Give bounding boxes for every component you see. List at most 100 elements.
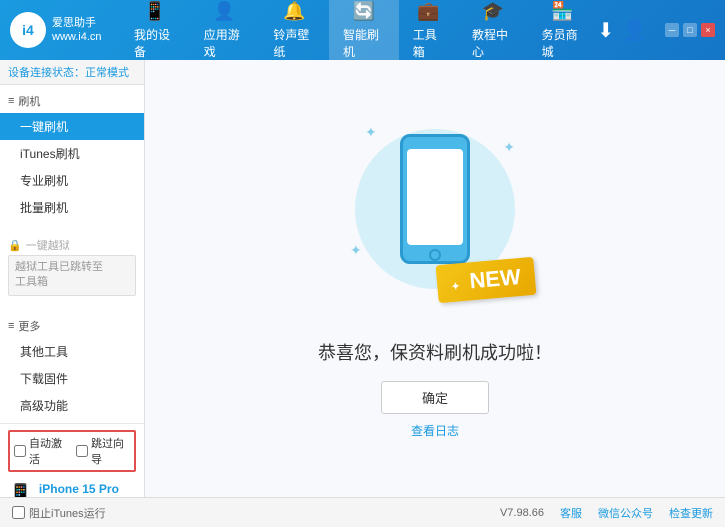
other-tools-label: 其他工具: [20, 345, 68, 359]
checkbox-row: 自动激活 跳过向导: [8, 430, 136, 472]
main-nav: 📱 我的设备 👤 应用游戏 🔔 铃声壁纸 🔄 智能刷机 💼 工具箱 🎓 教程中心…: [120, 0, 597, 66]
nav-item-toolbox[interactable]: 💼 工具箱: [399, 0, 458, 66]
version-label: V7.98.66: [500, 507, 544, 519]
nav-item-apps-games[interactable]: 👤 应用游戏: [190, 0, 260, 66]
phone-home-button: [429, 249, 441, 261]
my-device-icon: 📱: [144, 1, 166, 22]
tutorial-label: 教程中心: [472, 26, 514, 60]
sidebar: 设备连接状态：正常模式 ≡ 刷机 一键刷机 iTunes刷机 专业刷机 批量刷机: [0, 60, 145, 497]
new-badge: NEW: [436, 256, 537, 302]
success-message: 恭喜您，保资料刷机成功啦！: [318, 339, 552, 365]
sparkle-2: ✦: [503, 139, 515, 156]
flash-group-text: 刷机: [18, 93, 40, 109]
smart-flash-label: 智能刷机: [343, 26, 385, 60]
device-section: 自动激活 跳过向导 📱 iPhone 15 Pro Max 512GB iPho…: [0, 423, 144, 497]
more-group-text: 更多: [18, 318, 40, 334]
toolbox-label: 工具箱: [413, 26, 444, 60]
disabled-group-label: 🔒 一键越狱: [8, 237, 136, 253]
itunes-footer-checkbox[interactable]: [12, 506, 25, 519]
logo-name: 爱思助手: [52, 16, 102, 30]
auto-activate-label: 自动激活: [29, 435, 68, 467]
auto-activate-checkbox[interactable]: [14, 445, 26, 457]
batch-flash-label: 批量刷机: [20, 201, 68, 215]
status-value: 正常模式: [85, 67, 129, 79]
maximize-button[interactable]: □: [683, 23, 697, 37]
footer-left: 阻止iTunes运行: [12, 505, 106, 521]
skip-guide-label: 跳过向导: [91, 435, 130, 467]
device-details: iPhone 15 Pro Max 512GB iPhone: [39, 482, 136, 497]
logo-circle: i4: [10, 12, 46, 48]
footer-right: V7.98.66 客服 微信公众号 检查更新: [500, 505, 713, 521]
window-controls: － □ ×: [665, 23, 715, 37]
merchant-icon: 🏪: [551, 1, 573, 22]
minimize-button[interactable]: －: [665, 23, 679, 37]
advanced-label: 高级功能: [20, 399, 68, 413]
ringtones-label: 铃声壁纸: [273, 26, 315, 60]
more-group-icon: ≡: [8, 320, 14, 332]
lock-icon: 🔒: [8, 239, 22, 252]
phone-img: [400, 134, 470, 264]
logo-text: 爱思助手 www.i4.cn: [52, 16, 102, 45]
ringtones-icon: 🔔: [283, 1, 305, 22]
sidebar-item-itunes-flash[interactable]: iTunes刷机: [0, 140, 144, 167]
header: i4 爱思助手 www.i4.cn 📱 我的设备 👤 应用游戏 🔔 铃声壁纸 🔄…: [0, 0, 725, 60]
skip-guide-checkbox[interactable]: [76, 445, 88, 457]
sparkle-3: ✦: [350, 242, 362, 259]
flash-group-label: ≡ 刷机: [0, 89, 144, 113]
device-name: iPhone 15 Pro Max: [39, 482, 136, 497]
wechat-link[interactable]: 微信公众号: [598, 505, 653, 521]
nav-item-ringtones[interactable]: 🔔 铃声壁纸: [259, 0, 329, 66]
nav-item-tutorial[interactable]: 🎓 教程中心: [458, 0, 528, 66]
sidebar-item-batch-flash[interactable]: 批量刷机: [0, 194, 144, 221]
my-device-label: 我的设备: [134, 26, 176, 60]
disabled-group-text: 一键越狱: [26, 237, 70, 253]
sidebar-item-advanced[interactable]: 高级功能: [0, 392, 144, 419]
disabled-notice-box: 越狱工具已跳转至工具箱: [8, 255, 136, 296]
check-update-link[interactable]: 检查更新: [669, 505, 713, 521]
download-firmware-label: 下载固件: [20, 372, 68, 386]
logo-abbr: i4: [22, 22, 34, 38]
phone-screen: [407, 149, 463, 245]
download-icon[interactable]: ⬇: [597, 18, 614, 43]
nav-item-merchant[interactable]: 🏪 务员商城: [528, 0, 598, 66]
device-phone-icon: 📱: [8, 482, 33, 497]
status-label: 设备连接状态：: [8, 67, 85, 79]
disabled-section: 🔒 一键越狱 越狱工具已跳转至工具箱: [0, 233, 144, 302]
flash-group-icon: ≡: [8, 95, 14, 107]
logo-area: i4 爱思助手 www.i4.cn: [10, 12, 120, 48]
nav-item-my-device[interactable]: 📱 我的设备: [120, 0, 190, 66]
sidebar-section-more: ≡ 更多 其他工具 下载固件 高级功能: [0, 310, 144, 423]
one-click-flash-label: 一键刷机: [20, 120, 68, 134]
customer-service-link[interactable]: 客服: [560, 505, 582, 521]
tutorial-icon: 🎓: [482, 1, 504, 22]
log-link[interactable]: 查看日志: [411, 422, 459, 439]
phone-body: [400, 134, 470, 264]
itunes-footer-label: 阻止iTunes运行: [29, 505, 106, 521]
smart-flash-icon: 🔄: [353, 1, 375, 22]
auto-activate-checkbox-label[interactable]: 自动激活: [14, 435, 68, 467]
device-info: 📱 iPhone 15 Pro Max 512GB iPhone: [8, 478, 136, 497]
content-area: ✦ ✦ ✦ NEW 恭喜您，保资料刷机成功啦！ 确定 查看日志: [145, 60, 725, 497]
apps-games-label: 应用游戏: [204, 26, 246, 60]
sidebar-section-flash: ≡ 刷机 一键刷机 iTunes刷机 专业刷机 批量刷机: [0, 85, 144, 225]
close-button[interactable]: ×: [701, 23, 715, 37]
confirm-button[interactable]: 确定: [381, 381, 489, 414]
apps-games-icon: 👤: [213, 1, 235, 22]
sidebar-item-one-click-flash[interactable]: 一键刷机: [0, 113, 144, 140]
logo-url: www.i4.cn: [52, 30, 102, 44]
new-badge-text: NEW: [469, 264, 522, 293]
success-visual: ✦ ✦ ✦ NEW: [345, 119, 525, 319]
sidebar-item-other-tools[interactable]: 其他工具: [0, 338, 144, 365]
nav-item-smart-flash[interactable]: 🔄 智能刷机: [329, 0, 399, 66]
sidebar-item-download-firmware[interactable]: 下载固件: [0, 365, 144, 392]
merchant-label: 务员商城: [542, 26, 584, 60]
more-group-label: ≡ 更多: [0, 314, 144, 338]
footer: 阻止iTunes运行 V7.98.66 客服 微信公众号 检查更新: [0, 497, 725, 527]
sidebar-item-pro-flash[interactable]: 专业刷机: [0, 167, 144, 194]
skip-guide-checkbox-label[interactable]: 跳过向导: [76, 435, 130, 467]
toolbox-icon: 💼: [417, 1, 439, 22]
user-icon[interactable]: 👤: [622, 18, 647, 43]
header-right: ⬇ 👤 － □ ×: [597, 18, 715, 43]
main-container: 设备连接状态：正常模式 ≡ 刷机 一键刷机 iTunes刷机 专业刷机 批量刷机: [0, 60, 725, 497]
sparkle-1: ✦: [365, 124, 377, 141]
